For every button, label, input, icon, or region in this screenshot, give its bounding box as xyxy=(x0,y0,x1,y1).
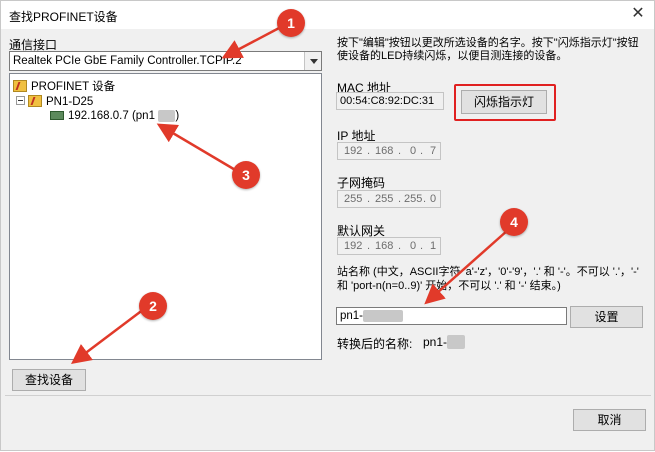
highlight-box xyxy=(454,84,556,121)
mask-octet: 255 xyxy=(404,193,423,205)
tree-device-suffix: ) xyxy=(175,110,180,122)
mask-octet: 0 xyxy=(430,193,437,205)
redacted-text: xxx xyxy=(158,110,176,122)
footer-separator xyxy=(5,395,651,396)
mac-field: 00:54:C8:92:DC:31 xyxy=(336,92,444,110)
cancel-button[interactable]: 取消 xyxy=(573,409,646,431)
redacted-text: xxx xyxy=(447,335,466,349)
step-badge-1: 1 xyxy=(277,9,305,37)
ip-field: 192 . 168 . 0 . 7 xyxy=(337,142,441,160)
redacted-text: xxxxxxx xyxy=(363,310,404,322)
device-icon xyxy=(50,111,64,120)
subnet-mask-field: 255 . 255 . 255 . 0 xyxy=(337,190,441,208)
step-badge-3: 3 xyxy=(232,161,260,189)
step-badge-2: 2 xyxy=(139,292,167,320)
instruction-text: 按下"编辑"按钮以更改所选设备的名字。按下"闪烁指示灯"按钮使设备的LED持续闪… xyxy=(337,37,639,62)
set-button[interactable]: 设置 xyxy=(570,306,643,328)
ip-octet: 168 xyxy=(375,145,394,157)
close-icon[interactable]: ✕ xyxy=(626,3,650,25)
chevron-down-icon[interactable] xyxy=(304,52,321,70)
converted-name-value: pn1-xxx xyxy=(423,335,466,349)
tree-node-label: PN1-D25 xyxy=(46,96,94,108)
interface-select[interactable]: Realtek PCIe GbE Family Controller.TCPIP… xyxy=(9,51,322,71)
station-name-value: pn1- xyxy=(340,310,364,322)
tree-device[interactable]: 192.168.0.7 (pn1 xxx) xyxy=(50,110,179,122)
tree-device-label: 192.168.0.7 (pn1 xyxy=(68,110,155,122)
gateway-octet: 1 xyxy=(430,240,437,252)
converted-name-label: 转换后的名称: xyxy=(337,337,413,351)
tree-node[interactable]: PN1-D25 xyxy=(16,95,93,108)
ip-octet: 0 xyxy=(410,145,417,157)
converted-name-text: pn1- xyxy=(423,335,448,349)
tree-root-label: PROFINET 设备 xyxy=(31,81,116,93)
mask-octet: 255 xyxy=(375,193,394,205)
interface-selected-value: Realtek PCIe GbE Family Controller.TCPIP… xyxy=(13,55,242,67)
profinet-folder-icon xyxy=(28,95,42,107)
gateway-octet: 192 xyxy=(344,240,363,252)
gateway-field: 192 . 168 . 0 . 1 xyxy=(337,237,441,255)
device-tree[interactable]: PROFINET 设备 PN1-D25 192.168.0.7 (pn1 xxx… xyxy=(9,73,322,360)
gateway-octet: 0 xyxy=(410,240,417,252)
tree-root[interactable]: PROFINET 设备 xyxy=(13,78,115,94)
search-devices-button[interactable]: 查找设备 xyxy=(12,369,86,391)
subnet-mask-label: 子网掩码 xyxy=(337,176,386,190)
station-name-rule-2: 和 'port-n(n=0..9)' 开始，不可以 '.' 和 '-' 结束。) xyxy=(337,280,561,292)
collapse-icon[interactable] xyxy=(16,96,25,105)
find-profinet-dialog: 查找PROFINET设备 ✕ 通信接口 Realtek PCIe GbE Fam… xyxy=(0,0,655,451)
gateway-octet: 168 xyxy=(375,240,394,252)
title-bar: 查找PROFINET设备 ✕ xyxy=(1,1,654,29)
mask-octet: 255 xyxy=(344,193,363,205)
window-title: 查找PROFINET设备 xyxy=(9,10,118,24)
ip-octet: 192 xyxy=(344,145,363,157)
station-name-input[interactable]: pn1-xxxxxxx xyxy=(336,307,567,325)
step-badge-4: 4 xyxy=(500,208,528,236)
ip-octet: 7 xyxy=(430,145,437,157)
profinet-folder-icon xyxy=(13,80,27,92)
